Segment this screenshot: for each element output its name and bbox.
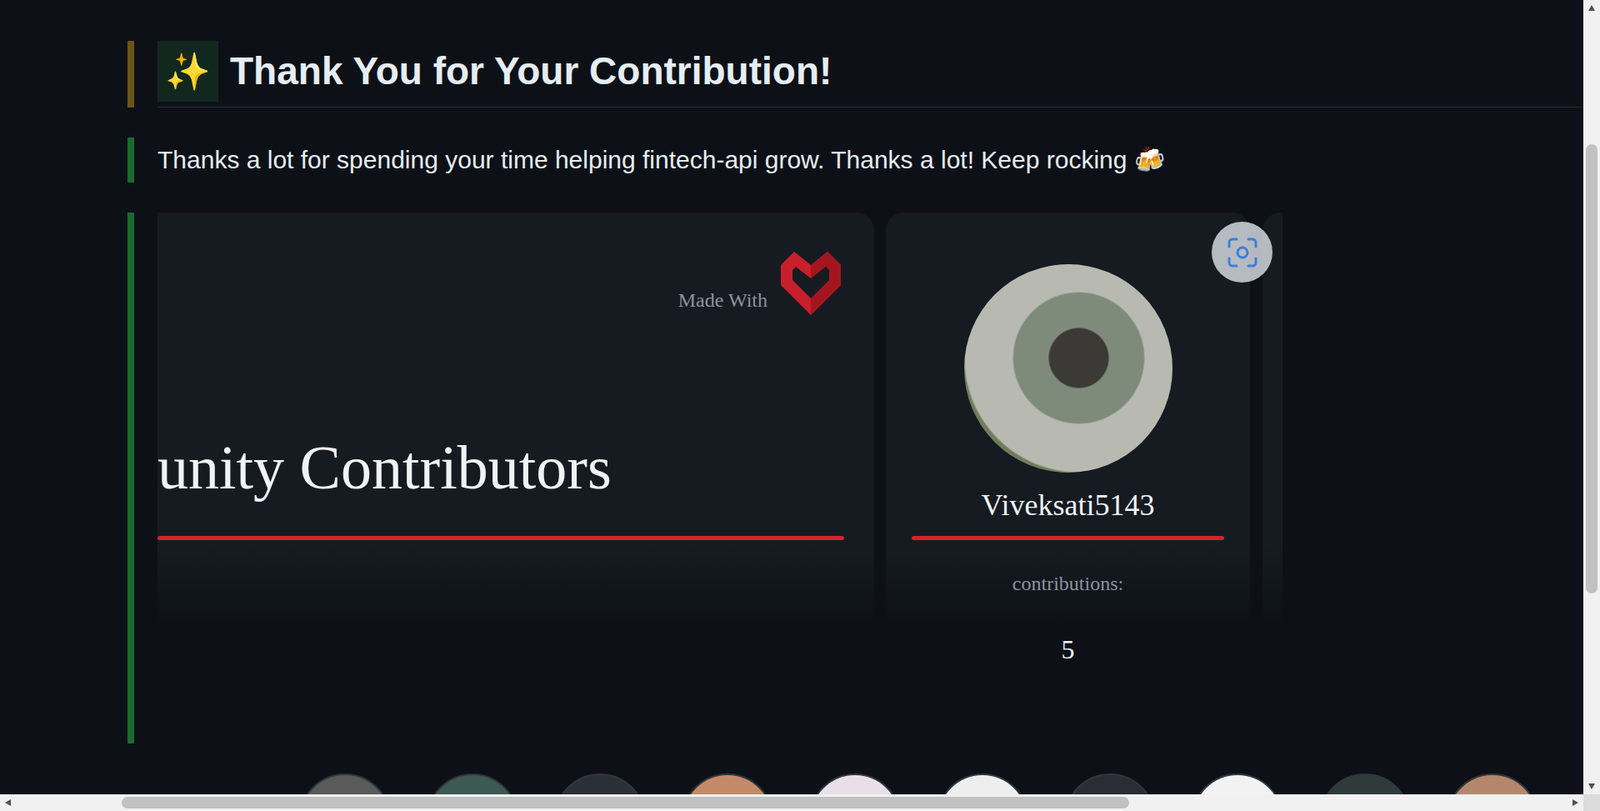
avatar-photo bbox=[964, 264, 1173, 473]
contributor-avatar[interactable] bbox=[681, 773, 774, 795]
quote-bar bbox=[127, 212, 135, 744]
scroll-down-button[interactable] bbox=[1583, 777, 1600, 795]
message-text: Thanks a lot for spending your time help… bbox=[157, 137, 1584, 183]
heading: ✨Thank You for Your Contribution! bbox=[157, 37, 1584, 108]
heading-title: Thank You for Your Contribution! bbox=[230, 48, 832, 95]
scroll-left-button[interactable] bbox=[0, 794, 17, 811]
contributor-card bbox=[1262, 212, 1283, 744]
message-body: Thanks a lot for spending your time help… bbox=[157, 137, 1584, 183]
quote-bar bbox=[127, 137, 135, 183]
contributor-avatar[interactable] bbox=[1191, 773, 1284, 795]
quote-bar bbox=[127, 40, 135, 108]
horizontal-scrollbar[interactable] bbox=[0, 794, 1600, 811]
contributor-name: Viveksati5143 bbox=[911, 488, 1225, 522]
contributor-avatar[interactable] bbox=[936, 773, 1029, 795]
divider bbox=[911, 535, 1225, 540]
heart-logo-icon bbox=[777, 248, 845, 317]
heading-section: ✨Thank You for Your Contribution! bbox=[127, 40, 1584, 108]
scroll-track bbox=[1583, 16, 1600, 778]
contributor-avatar[interactable] bbox=[809, 773, 901, 795]
contributions-label: contributions: bbox=[911, 571, 1225, 595]
contributions-count: 5 bbox=[911, 634, 1225, 665]
vertical-scrollbar[interactable] bbox=[1583, 0, 1600, 795]
scroll-right-button[interactable] bbox=[1566, 794, 1584, 811]
banner-title: unity Contributors bbox=[157, 432, 845, 503]
contributor-avatar[interactable] bbox=[1064, 773, 1156, 795]
screenshot-icon bbox=[1225, 235, 1260, 270]
scroll-thumb[interactable] bbox=[121, 796, 1130, 809]
contributor-avatar[interactable] bbox=[554, 773, 646, 795]
arrow-down-icon bbox=[1587, 781, 1596, 790]
avatar-strip bbox=[299, 773, 1584, 795]
contributor-avatar[interactable] bbox=[426, 773, 519, 795]
arrow-right-icon bbox=[1570, 798, 1580, 807]
made-with: Made With bbox=[157, 248, 845, 317]
contributor-avatar[interactable] bbox=[1446, 773, 1539, 795]
sparkles-icon: ✨ bbox=[157, 40, 219, 102]
contributor-avatar[interactable] bbox=[299, 773, 391, 795]
banner-card: Made With unity Contributors bbox=[157, 212, 875, 744]
contributor-card[interactable]: Viveksati5143 contributions: 5 bbox=[885, 212, 1250, 744]
message-section: Thanks a lot for spending your time help… bbox=[127, 137, 1584, 183]
contributor-avatar[interactable] bbox=[1319, 773, 1411, 795]
contributors-strip[interactable]: Made With unity Contributors Viveksati5143… bbox=[157, 212, 1283, 744]
screenshot-button[interactable] bbox=[1211, 221, 1273, 283]
divider bbox=[157, 535, 845, 540]
scroll-track bbox=[16, 794, 1567, 811]
scroll-corner bbox=[1583, 794, 1600, 811]
arrow-up-icon bbox=[1587, 4, 1596, 13]
contributors-body: Made With unity Contributors Viveksati5143… bbox=[157, 212, 1584, 744]
made-with-text: Made With bbox=[678, 288, 768, 317]
arrow-left-icon bbox=[4, 798, 13, 807]
heading-body: ✨Thank You for Your Contribution! bbox=[157, 40, 1584, 108]
scroll-up-button[interactable] bbox=[1583, 0, 1600, 17]
scroll-thumb[interactable] bbox=[1585, 144, 1598, 594]
contributors-section: Made With unity Contributors Viveksati5143… bbox=[127, 212, 1584, 744]
